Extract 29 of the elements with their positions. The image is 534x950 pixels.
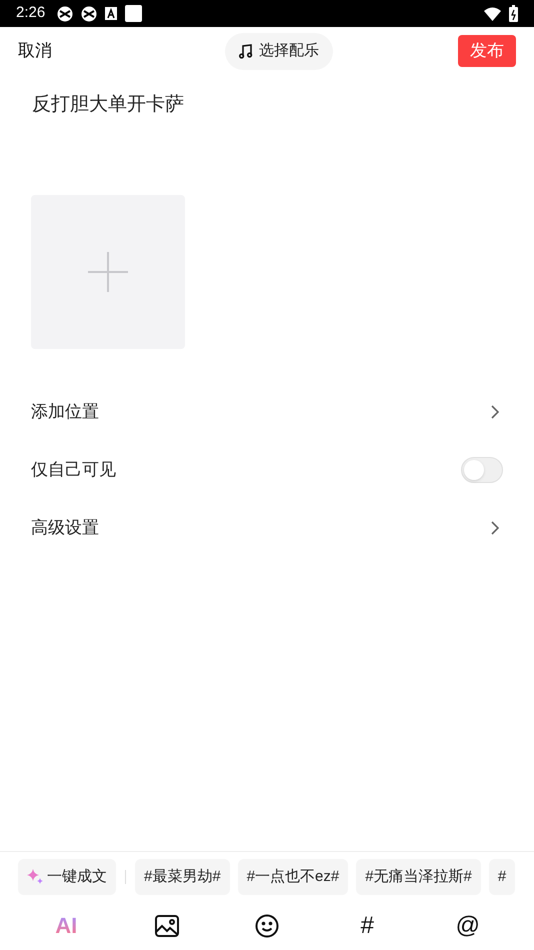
notification-icon — [105, 7, 118, 20]
plus-icon — [88, 252, 128, 292]
image-icon[interactable] — [154, 915, 179, 937]
toolbar-button[interactable]: @ — [456, 914, 480, 938]
setting-label: 仅自己可见 — [31, 458, 116, 481]
topic-chip[interactable]: #最菜男劫# — [135, 859, 230, 895]
publish-button[interactable]: 发布 — [458, 35, 516, 67]
app-icon — [57, 6, 74, 22]
topic-chip[interactable]: #无痛当泽拉斯# — [356, 859, 481, 895]
cancel-button[interactable]: 取消 — [18, 38, 52, 64]
chevron-right-icon[interactable] — [491, 520, 499, 534]
sparkle-icon — [27, 868, 44, 886]
setting-label: 高级设置 — [31, 516, 99, 539]
toolbar-button[interactable]: # — [360, 914, 374, 938]
wifi-icon — [484, 6, 501, 20]
clock: 2:26 — [16, 3, 46, 24]
chevron-right-icon[interactable] — [491, 404, 499, 418]
battery-icon — [509, 5, 518, 22]
app-icon — [81, 6, 98, 22]
topic-chip[interactable]: # — [488, 859, 516, 895]
emoji-icon[interactable] — [254, 914, 279, 938]
notification-icon — [125, 5, 142, 22]
ai-write-button[interactable]: 一键成文 — [18, 859, 116, 895]
setting-label: 添加位置 — [31, 400, 99, 423]
music-button[interactable]: 选择配乐 — [225, 32, 333, 70]
topic-chip[interactable]: #一点也不ez# — [238, 859, 348, 895]
visibility-switch[interactable] — [461, 456, 503, 482]
music-note-icon — [239, 44, 253, 58]
post-text: 反打胆大单开卡萨 — [32, 93, 185, 117]
